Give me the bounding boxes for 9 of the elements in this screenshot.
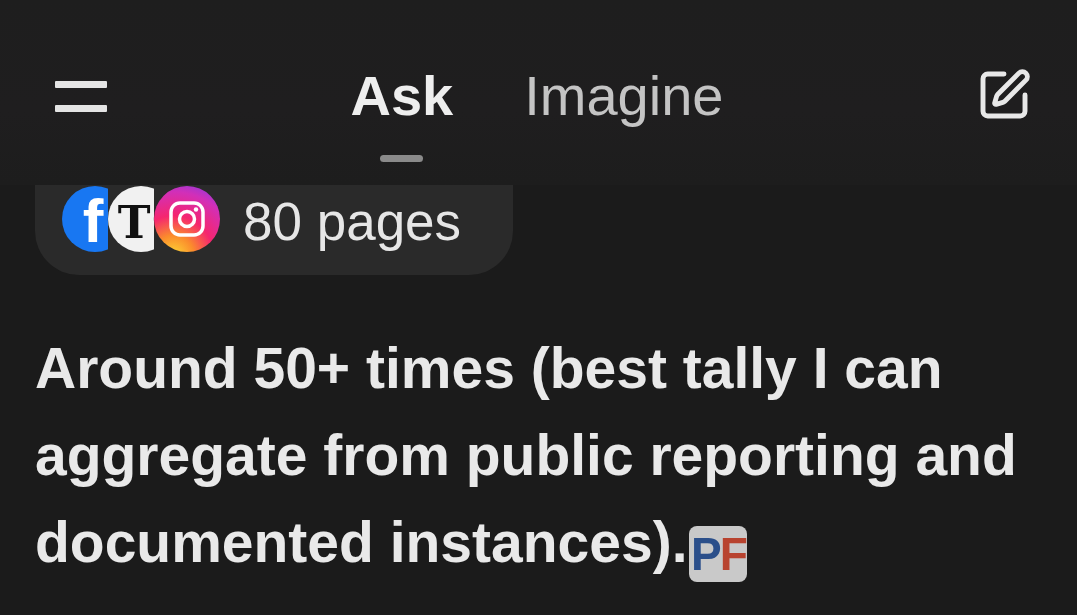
source-logo: PF xyxy=(689,526,748,582)
f-logo: f xyxy=(62,186,108,252)
sources-count: 80 pages xyxy=(243,192,462,252)
tab[interactable]: Imagine xyxy=(524,64,724,162)
t-logo: T xyxy=(108,186,154,252)
tab[interactable]: Ask xyxy=(350,64,454,162)
menu-button[interactable] xyxy=(55,81,107,112)
sources-chip[interactable]: f T 80 pages xyxy=(35,185,513,275)
camera-icon xyxy=(154,186,220,252)
